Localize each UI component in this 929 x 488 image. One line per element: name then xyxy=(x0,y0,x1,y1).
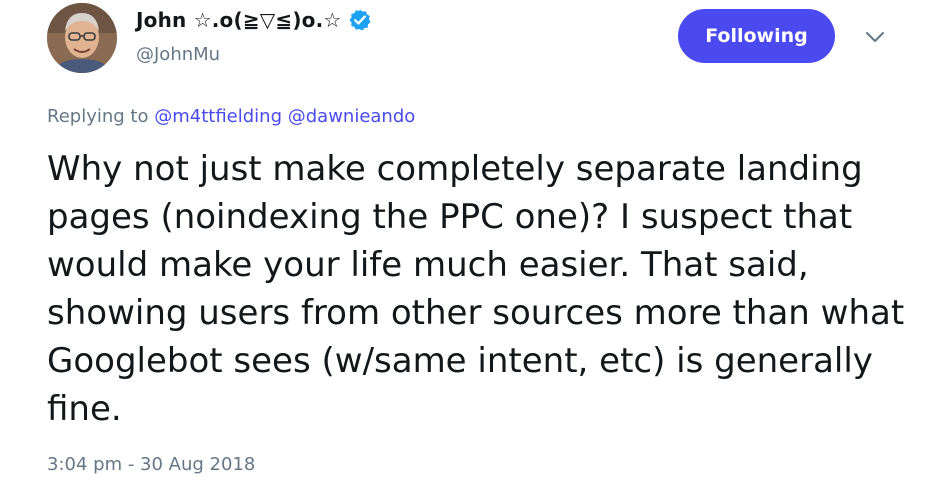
avatar[interactable] xyxy=(47,3,117,73)
reply-prefix: Replying to xyxy=(47,106,149,127)
tweet-text: Why not just make completely separate la… xyxy=(47,149,905,429)
mention-link[interactable]: @dawnieando xyxy=(288,106,416,127)
following-button[interactable]: Following xyxy=(678,9,835,63)
reply-context: Replying to @m4ttfielding @dawnieando xyxy=(47,106,415,127)
chevron-down-icon[interactable] xyxy=(862,28,888,46)
tweet-timestamp[interactable]: 3:04 pm - 30 Aug 2018 xyxy=(47,454,255,475)
verified-badge-icon xyxy=(348,8,372,32)
user-handle[interactable]: @JohnMu xyxy=(136,44,220,65)
tweet-card: John ☆.o(≧▽≦)o.☆ @JohnMu Following Reply… xyxy=(0,0,929,488)
display-name[interactable]: John ☆.o(≧▽≦)o.☆ xyxy=(136,8,342,32)
mention-link[interactable]: @m4ttfielding xyxy=(154,106,282,127)
avatar-image xyxy=(47,3,117,73)
author-name-row: John ☆.o(≧▽≦)o.☆ xyxy=(136,8,372,32)
